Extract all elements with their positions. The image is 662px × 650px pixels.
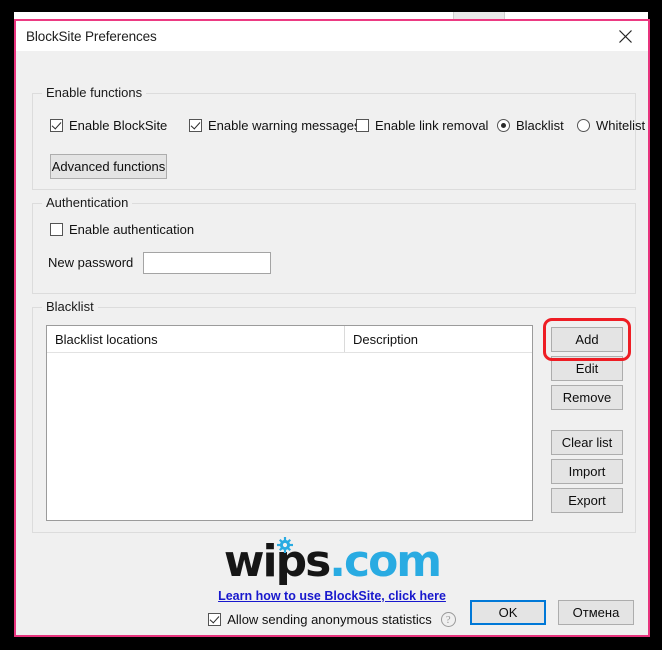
new-password-input[interactable]: [143, 252, 271, 274]
clear-list-button[interactable]: Clear list: [551, 430, 623, 455]
logo-dot-text: .: [329, 536, 346, 587]
checkbox-icon: [50, 223, 63, 236]
blacklist-group: Blacklist Blacklist locations Descriptio…: [32, 299, 636, 533]
edit-button[interactable]: Edit: [551, 356, 623, 381]
checkbox-label: Enable authentication: [69, 222, 195, 237]
blacklist-listview[interactable]: Blacklist locations Description: [46, 325, 533, 521]
listview-body[interactable]: [47, 353, 532, 520]
advanced-functions-button[interactable]: Advanced functions: [50, 154, 167, 179]
checkbox-enable-blocksite[interactable]: Enable BlockSite: [50, 118, 167, 133]
wips-logo: wips. com: [16, 536, 648, 587]
blocksite-preferences-dialog: BlockSite Preferences Enable functions E…: [14, 19, 650, 637]
radio-label: Whitelist: [596, 118, 646, 133]
blacklist-legend: Blacklist: [42, 299, 98, 314]
authentication-legend: Authentication: [42, 195, 133, 210]
checkbox-enable-link-removal[interactable]: Enable link removal: [356, 118, 488, 133]
dialog-client-area: Enable functions Enable BlockSite Enable…: [16, 51, 648, 635]
checkbox-enable-warning-messages[interactable]: Enable warning messages: [189, 118, 360, 133]
checkbox-label: Enable warning messages: [208, 118, 361, 133]
enable-functions-group: Enable functions Enable BlockSite Enable…: [32, 85, 645, 190]
checkbox-icon: [208, 613, 222, 626]
learn-how-link[interactable]: Learn how to use BlockSite, click here: [218, 589, 446, 603]
column-header-locations[interactable]: Blacklist locations: [47, 326, 344, 352]
checkbox-allow-statistics[interactable]: Allow sending anonymous statistics: [208, 612, 432, 627]
authentication-group: Authentication Enable authentication New…: [32, 195, 636, 294]
radio-whitelist[interactable]: Whitelist: [577, 118, 645, 133]
checkbox-enable-authentication[interactable]: Enable authentication: [50, 222, 194, 237]
column-header-description[interactable]: Description: [344, 326, 532, 352]
checkbox-label: Allow sending anonymous statistics: [227, 612, 432, 627]
checkbox-label: Enable BlockSite: [69, 118, 168, 133]
export-button[interactable]: Export: [551, 488, 623, 513]
remove-button[interactable]: Remove: [551, 385, 623, 410]
cancel-button[interactable]: Отмена: [558, 600, 634, 625]
close-icon: [618, 29, 632, 43]
listview-header: Blacklist locations Description: [47, 326, 532, 353]
title-bar: BlockSite Preferences: [16, 21, 648, 51]
new-password-label: New password: [48, 255, 134, 270]
radio-icon: [577, 119, 590, 132]
logo-com-text: com: [343, 536, 442, 587]
close-button[interactable]: [602, 21, 648, 51]
radio-blacklist[interactable]: Blacklist: [497, 118, 564, 133]
screen: BlockSite Preferences Enable functions E…: [0, 0, 662, 650]
checkbox-icon: [50, 119, 63, 132]
radio-icon: [497, 119, 510, 132]
checkbox-icon: [356, 119, 369, 132]
dialog-footer: OK Отмена: [470, 600, 634, 625]
add-button[interactable]: Add: [551, 327, 623, 352]
import-button[interactable]: Import: [551, 459, 623, 484]
gear-icon: [277, 537, 293, 553]
window-title: BlockSite Preferences: [26, 28, 157, 44]
enable-functions-legend: Enable functions: [42, 85, 147, 100]
checkbox-label: Enable link removal: [375, 118, 489, 133]
help-icon[interactable]: ?: [440, 612, 456, 627]
checkbox-icon: [189, 119, 202, 132]
radio-label: Blacklist: [516, 118, 564, 133]
ok-button[interactable]: OK: [470, 600, 546, 625]
